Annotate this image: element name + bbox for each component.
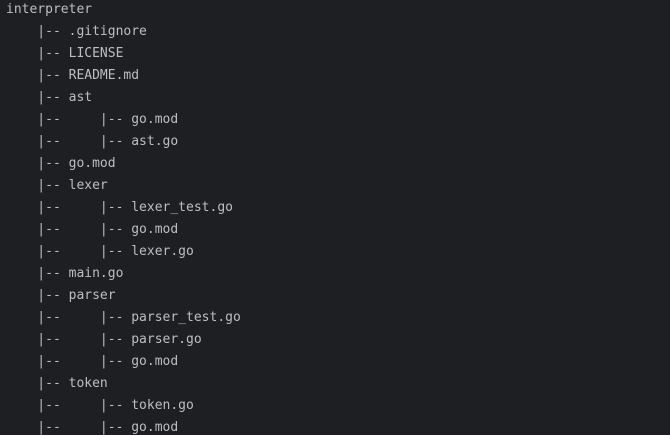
tree-line: |-- |-- lexer.go	[6, 244, 194, 259]
tree-line: |-- README.md	[6, 68, 140, 83]
tree-line: |-- |-- go.mod	[6, 222, 179, 237]
tree-line: |-- main.go	[6, 266, 124, 281]
tree-root: interpreter	[6, 2, 93, 17]
tree-line: |-- lexer	[6, 178, 108, 193]
tree-line: |-- parser	[6, 288, 116, 303]
tree-line: |-- ast	[6, 90, 93, 105]
tree-line: |-- |-- go.mod	[6, 112, 179, 127]
tree-line: |-- |-- ast.go	[6, 134, 179, 149]
tree-line: |-- .gitignore	[6, 24, 147, 39]
tree-line: |-- |-- token.go	[6, 398, 194, 413]
tree-line: |-- |-- lexer_test.go	[6, 200, 233, 215]
tree-line: |-- token	[6, 376, 108, 391]
tree-line: |-- |-- parser_test.go	[6, 310, 241, 325]
text-viewer: interpreter |-- .gitignore |-- LICENSE |…	[0, 0, 670, 435]
tree-line: |-- |-- go.mod	[6, 354, 179, 369]
tree-line: |-- |-- parser.go	[6, 332, 202, 347]
tree-line: |-- go.mod	[6, 156, 116, 171]
tree-line: |-- LICENSE	[6, 46, 124, 61]
tree-line: |-- |-- go.mod	[6, 420, 179, 435]
directory-tree: interpreter |-- .gitignore |-- LICENSE |…	[6, 0, 241, 435]
